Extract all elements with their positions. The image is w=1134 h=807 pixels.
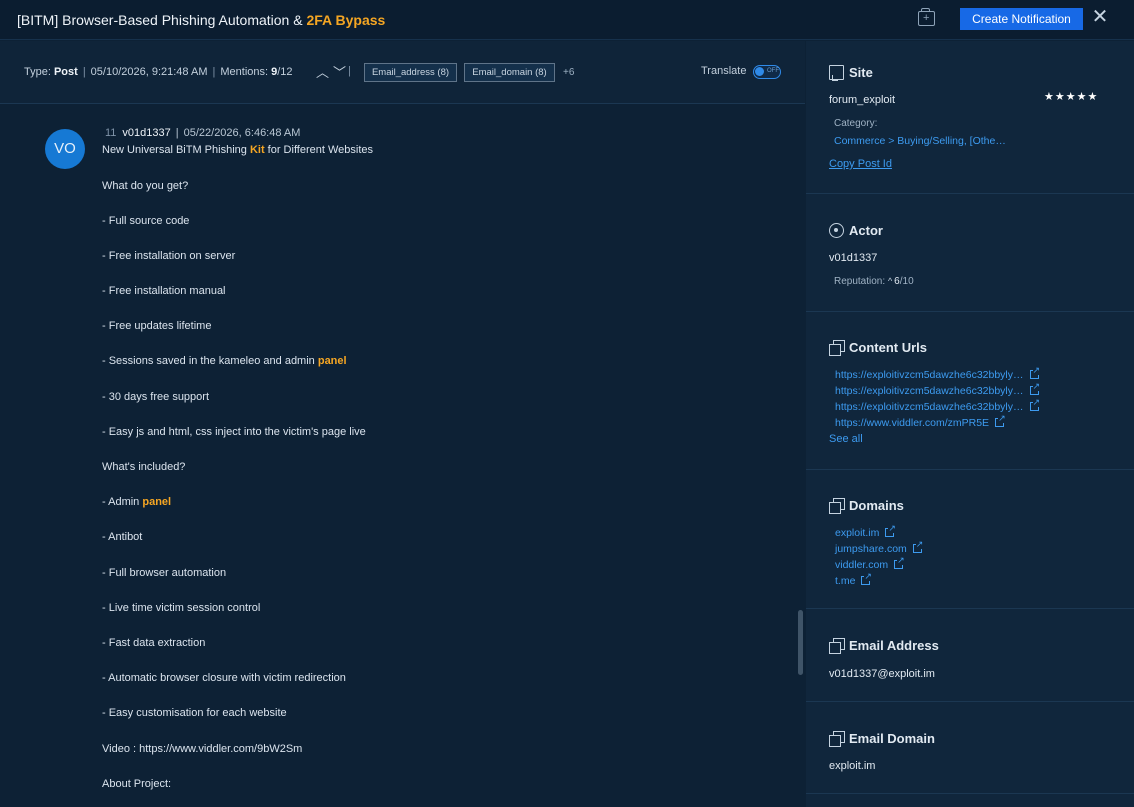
title-text: [BITM] Browser-Based Phishing Automation…	[17, 12, 307, 28]
add-to-folder-icon[interactable]	[918, 8, 935, 26]
email-domain-section: Email Domain exploit.im	[806, 702, 1134, 794]
site-section: Site forum_exploit ★★★★★ Category: Comme…	[806, 41, 1134, 194]
content-url-link[interactable]: https://exploitivzcm5dawzhe6c32bbyly…	[835, 365, 1041, 381]
post-body-line: - Fast data extraction	[102, 637, 206, 649]
content-url-link[interactable]: https://exploitivzcm5dawzhe6c32bbyly…	[835, 397, 1041, 413]
actor-section: Actor v01d1337 Reputation: ^ 6/10	[806, 194, 1134, 312]
domain-link[interactable]: t.me	[835, 571, 872, 587]
actor-icon	[829, 223, 844, 238]
title-highlight: 2FA Bypass	[306, 12, 386, 28]
post-header: 11 v01d1337 | 05/22/2026, 6:46:48 AM	[105, 127, 301, 139]
external-link-icon[interactable]	[1029, 397, 1041, 411]
email-address-value: v01d1337@exploit.im	[829, 668, 935, 680]
external-link-icon[interactable]	[1029, 365, 1041, 379]
keyword-highlight: panel	[317, 355, 347, 367]
post-body-line: - Full source code	[102, 215, 190, 227]
post-body-line: - Live time victim session control	[102, 602, 261, 614]
post-body-line: - Easy customisation for each website	[102, 707, 287, 719]
email-domain-title: Email Domain	[849, 731, 935, 746]
domains-title: Domains	[849, 498, 904, 513]
details-panel: Site forum_exploit ★★★★★ Category: Comme…	[806, 41, 1134, 807]
mentions-total: /12	[277, 66, 293, 78]
scrollbar-thumb[interactable]	[798, 610, 803, 675]
post-body-line: - Sessions saved in the kameleo and admi…	[102, 355, 347, 367]
copy-icon	[829, 638, 845, 654]
post-author[interactable]: v01d1337	[122, 127, 170, 139]
avatar: VO	[45, 129, 85, 169]
reputation-label: Reputation:	[834, 276, 886, 287]
tag-email-address[interactable]: Email_address (8)	[364, 63, 457, 82]
translate-toggle[interactable]: OFF	[753, 65, 781, 79]
keyword-highlight: Kit	[249, 144, 265, 156]
reputation: Reputation: ^ 6/10	[834, 276, 914, 287]
post-body-line: - Free updates lifetime	[102, 320, 212, 332]
external-link-icon[interactable]	[912, 539, 924, 553]
see-all-link[interactable]: See all	[829, 433, 863, 445]
external-link-icon[interactable]	[995, 413, 1006, 427]
post-body-line: What do you get?	[102, 180, 189, 192]
content-urls-section: Content Urls https://exploitivzcm5dawzhe…	[806, 312, 1134, 470]
mention-nav: ︿﹀	[316, 62, 350, 81]
create-notification-button[interactable]: Create Notification	[960, 8, 1083, 30]
post-date: 05/22/2026, 6:46:48 AM	[183, 127, 301, 139]
type-label: Type:	[24, 66, 51, 78]
email-address-section: Email Address v01d1337@exploit.im	[806, 609, 1134, 702]
domains-section: Domains exploit.im jumpshare.com viddler…	[806, 470, 1134, 609]
post-id: 11	[105, 127, 117, 139]
actor-name[interactable]: v01d1337	[829, 252, 877, 264]
mentions-label: Mentions:	[220, 66, 269, 78]
meta-info: Type: Post | 05/10/2026, 9:21:48 AM | Mentio…	[24, 66, 293, 78]
copy-post-id-link[interactable]: Copy Post Id	[829, 158, 892, 170]
copy-icon	[829, 498, 845, 514]
keyword-highlight: panel	[142, 496, 172, 508]
site-name: forum_exploit	[829, 94, 896, 106]
post-meta-bar: Type: Post | 05/10/2026, 9:21:48 AM | Mentio…	[0, 41, 805, 104]
post-content: VO 11 v01d1337 | 05/22/2026, 6:46:48 AM New…	[0, 105, 805, 807]
external-link-icon[interactable]	[894, 555, 905, 569]
external-link-icon[interactable]	[1029, 381, 1041, 395]
close-icon[interactable]: ✕	[1091, 7, 1109, 27]
reputation-total: /10	[899, 276, 914, 287]
tag-email-domain[interactable]: Email_domain (8)	[464, 63, 555, 82]
external-link-icon[interactable]	[861, 571, 872, 585]
email-domain-value: exploit.im	[829, 760, 876, 772]
copy-icon	[829, 340, 845, 356]
post-body-line: What's included?	[102, 461, 186, 473]
translate-label: Translate	[701, 65, 747, 77]
domain-link[interactable]: jumpshare.com	[835, 539, 924, 555]
post-body-line: - Admin panel	[102, 496, 172, 508]
content-url-link[interactable]: https://www.viddler.com/zmPR5E	[835, 413, 1006, 429]
chevron-up-icon[interactable]: ︿	[316, 65, 333, 80]
post-body-line: - Antibot	[102, 531, 143, 543]
site-title: Site	[849, 65, 873, 80]
type-value: Post	[53, 66, 78, 78]
post-body-line: About Project:	[102, 778, 172, 790]
category-value[interactable]: Commerce > Buying/Selling, [Othe…	[834, 135, 1006, 147]
actor-title: Actor	[849, 223, 883, 238]
chevron-up-icon: ^	[887, 276, 893, 286]
rating-stars: ★★★★★	[1044, 91, 1099, 103]
post-body-line: New Universal BiTM Phishing Kit for Diff…	[102, 144, 374, 156]
external-link-icon[interactable]	[885, 523, 896, 537]
post-body-line: - 30 days free support	[102, 391, 210, 403]
post-body-line: - Full browser automation	[102, 567, 227, 579]
email-address-title: Email Address	[849, 638, 939, 653]
post-body-line: - Free installation on server	[102, 250, 236, 262]
content-url-link[interactable]: https://exploitivzcm5dawzhe6c32bbyly…	[835, 381, 1041, 397]
category-label: Category:	[834, 118, 878, 129]
toggle-state: OFF	[767, 68, 779, 74]
post-body-line: Video : https://www.viddler.com/9bW2Sm	[102, 743, 303, 755]
domain-link[interactable]: exploit.im	[835, 523, 896, 539]
content-urls-title: Content Urls	[849, 340, 927, 355]
site-icon	[829, 65, 844, 81]
page-title: [BITM] Browser-Based Phishing Automation…	[17, 12, 385, 28]
post-body-line: - Easy js and html, css inject into the …	[102, 426, 366, 438]
meta-date: 05/10/2026, 9:21:48 AM	[90, 66, 208, 78]
header-bar: [BITM] Browser-Based Phishing Automation…	[0, 0, 1134, 40]
post-body-line: - Free installation manual	[102, 285, 226, 297]
post-body-line: - Automatic browser closure with victim …	[102, 672, 346, 684]
domain-link[interactable]: viddler.com	[835, 555, 905, 571]
more-tags[interactable]: +6	[563, 67, 574, 78]
copy-icon	[829, 731, 845, 747]
